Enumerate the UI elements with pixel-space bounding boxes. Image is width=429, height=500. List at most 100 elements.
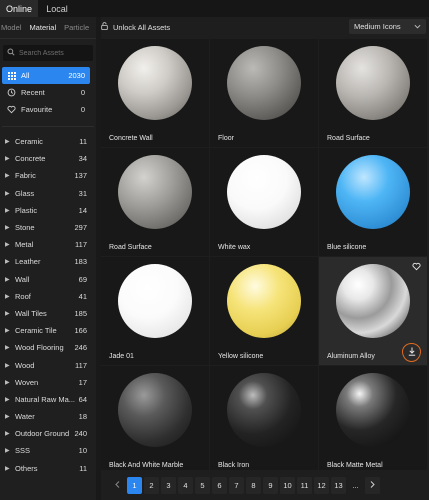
category-item[interactable]: ▶ Stone 297 (2, 219, 90, 236)
asset-card[interactable]: Black Iron (210, 366, 318, 470)
asset-card[interactable]: Road Surface (319, 39, 427, 147)
nav-item-label: Favourite (21, 105, 53, 114)
caret-right-icon: ▶ (5, 276, 10, 283)
category-label: Wood Flooring (15, 343, 64, 353)
category-count: 185 (74, 308, 87, 318)
category-label: Leather (15, 257, 41, 267)
asset-card[interactable]: Jade 01 (101, 257, 209, 365)
tab-online[interactable]: Online (0, 0, 38, 17)
top-tab-bar: Online Local (0, 0, 429, 17)
category-item[interactable]: ▶ Natural Raw Ma... 64 (2, 391, 90, 408)
category-label: Water (15, 412, 35, 422)
nav-item-recent[interactable]: Recent 0 (2, 84, 90, 101)
tab-particle[interactable]: Particle (64, 23, 89, 32)
asset-card[interactable]: Blue silicone (319, 148, 427, 256)
category-label: Metal (15, 240, 34, 250)
category-item[interactable]: ▶ Glass 31 (2, 185, 90, 202)
asset-card[interactable]: Concrete Wall (101, 39, 209, 147)
grid-icon (7, 71, 16, 80)
category-item[interactable]: ▶ Wood 117 (2, 356, 90, 373)
download-button[interactable] (402, 343, 421, 362)
category-item[interactable]: ▶ Others 11 (2, 460, 90, 477)
favourite-icon[interactable] (412, 262, 421, 273)
category-item[interactable]: ▶ Roof 41 (2, 288, 90, 305)
category-label: Stone (15, 223, 35, 233)
asset-card[interactable]: Black Matte Metal (319, 366, 427, 470)
category-item[interactable]: ▶ Ceramic 11 (2, 133, 90, 150)
next-page-button[interactable] (365, 476, 380, 494)
asset-card[interactable]: Aluminum Alloy (319, 257, 427, 365)
caret-right-icon: ▶ (5, 431, 10, 438)
category-count: 183 (74, 257, 87, 267)
asset-toolbar: Unlock All Assets Medium Icons (101, 17, 429, 37)
category-item[interactable]: ▶ Wall Tiles 185 (2, 305, 90, 322)
nav-item-favourite[interactable]: Favourite 0 (2, 101, 90, 118)
asset-card[interactable]: Road Surface (101, 148, 209, 256)
category-item[interactable]: ▶ Fabric 137 (2, 167, 90, 184)
category-item[interactable]: ▶ Woven 17 (2, 374, 90, 391)
asset-card[interactable]: Floor (210, 39, 318, 147)
page-button[interactable]: 6 (212, 476, 227, 494)
caret-right-icon: ▶ (5, 379, 10, 386)
lock-icon (101, 22, 108, 32)
page-button[interactable]: 10 (280, 476, 295, 494)
category-count: 18 (78, 412, 87, 422)
page-button[interactable]: 12 (314, 476, 329, 494)
page-button[interactable]: 1 (127, 476, 142, 494)
category-item[interactable]: ▶ Ceramic Tile 166 (2, 322, 90, 339)
category-count: 117 (75, 360, 87, 370)
page-button[interactable]: 11 (297, 476, 312, 494)
category-item[interactable]: ▶ Wall 69 (2, 271, 90, 288)
nav-item-all[interactable]: All 2030 (2, 67, 90, 84)
category-count: 246 (74, 343, 87, 353)
material-preview-sphere (336, 155, 410, 229)
category-item[interactable]: ▶ Outdoor Ground 240 (2, 425, 90, 442)
asset-card[interactable]: Yellow silicone (210, 257, 318, 365)
asset-grid: Concrete Wall Floor Road Surface Road Su… (101, 39, 429, 470)
prev-page-button[interactable] (110, 477, 125, 494)
page-button[interactable]: 13 (331, 476, 346, 494)
caret-right-icon: ▶ (5, 328, 10, 335)
tab-model[interactable]: Model (1, 23, 21, 32)
category-item[interactable]: ▶ SSS 10 (2, 442, 90, 459)
page-button[interactable]: 7 (229, 476, 244, 494)
category-count: 166 (74, 326, 87, 336)
material-preview-sphere (118, 46, 192, 120)
material-preview-sphere (118, 264, 192, 338)
category-item[interactable]: ▶ Water 18 (2, 408, 90, 425)
nav-item-label: All (21, 71, 30, 80)
material-preview-sphere (227, 46, 301, 120)
tab-material[interactable]: Material (29, 23, 56, 32)
unlock-all-button[interactable]: Unlock All Assets (101, 22, 170, 32)
page-button[interactable]: 8 (246, 476, 261, 494)
page-button[interactable]: 4 (178, 476, 193, 494)
category-count: 11 (79, 137, 87, 147)
page-button[interactable]: 9 (263, 476, 278, 494)
category-label: Glass (15, 188, 35, 198)
category-item[interactable]: ▶ Metal 117 (2, 236, 90, 253)
search-input[interactable] (19, 49, 89, 57)
category-item[interactable]: ▶ Wood Flooring 246 (2, 339, 90, 356)
category-item[interactable]: ▶ Concrete 34 (2, 150, 90, 167)
category-label: Ceramic (15, 137, 43, 147)
material-preview-sphere (336, 373, 410, 447)
category-item[interactable]: ▶ Plastic 14 (2, 202, 90, 219)
tab-local[interactable]: Local (38, 0, 76, 17)
page-button[interactable]: 3 (161, 476, 176, 494)
asset-card[interactable]: White wax (210, 148, 318, 256)
chevron-right-icon (370, 480, 375, 490)
page-button[interactable]: 2 (144, 476, 159, 494)
category-count: 31 (78, 188, 87, 198)
category-list: ▶ Ceramic 11 ▶ Concrete 34 ▶ Fabric 137 ▶ Glass… (0, 133, 96, 477)
asset-name: Road Surface (109, 244, 152, 251)
chevron-left-icon (115, 480, 120, 490)
caret-right-icon: ▶ (5, 139, 10, 146)
search-icon (7, 48, 15, 58)
page-button[interactable]: 5 (195, 476, 210, 494)
asset-card[interactable]: Black And White Marble (101, 366, 209, 470)
material-preview-sphere (118, 373, 192, 447)
page-ellipsis: ... (352, 480, 359, 490)
material-preview-sphere (227, 155, 301, 229)
category-item[interactable]: ▶ Leather 183 (2, 253, 90, 270)
view-mode-dropdown[interactable]: Medium Icons (349, 19, 426, 34)
